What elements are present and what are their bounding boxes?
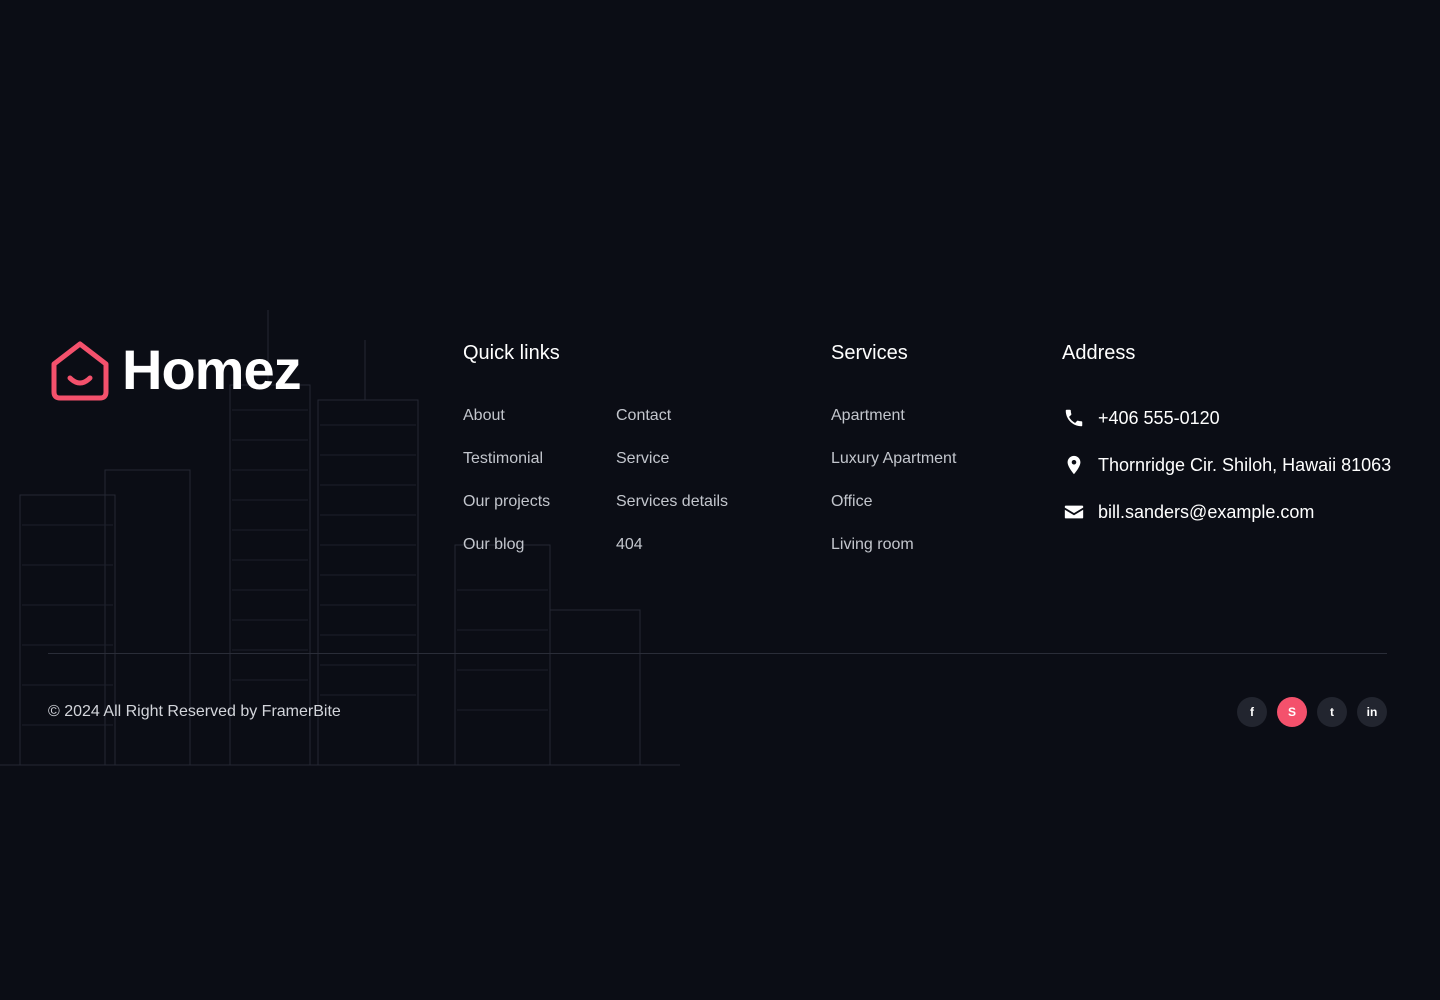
link-contact[interactable]: Contact <box>616 407 671 425</box>
phone-row[interactable]: +406 555-0120 <box>1062 406 1220 430</box>
link-our-projects[interactable]: Our projects <box>463 493 550 511</box>
location-pin-icon <box>1062 453 1086 477</box>
services-title: Services <box>831 342 908 364</box>
link-testimonial[interactable]: Testimonial <box>463 450 543 468</box>
brand-name: Homez <box>122 338 302 401</box>
service-office[interactable]: Office <box>831 493 873 511</box>
linkedin-icon: in <box>1366 705 1378 719</box>
link-404[interactable]: 404 <box>616 536 643 554</box>
footer-divider <box>48 653 1387 654</box>
linkedin-button[interactable]: in <box>1357 697 1387 727</box>
facebook-button[interactable]: f <box>1237 697 1267 727</box>
address-title: Address <box>1062 342 1136 364</box>
copyright-text: © 2024 All Right Reserved by FramerBite <box>48 703 341 720</box>
house-smile-icon <box>51 341 109 401</box>
brand-logo[interactable]: Homez <box>48 338 302 402</box>
skype-icon: S <box>1287 705 1296 719</box>
twitter-button[interactable]: t <box>1317 697 1347 727</box>
link-our-blog[interactable]: Our blog <box>463 536 524 554</box>
quick-links-title: Quick links <box>463 342 560 364</box>
location-text: Thornridge Cir. Shiloh, Hawaii 81063 <box>1098 454 1392 475</box>
link-services-details[interactable]: Services details <box>616 493 728 511</box>
location-row: Thornridge Cir. Shiloh, Hawaii 81063 <box>1062 453 1391 477</box>
twitter-icon: t <box>1330 705 1334 719</box>
link-service[interactable]: Service <box>616 450 669 468</box>
skype-button[interactable]: S <box>1277 697 1307 727</box>
service-luxury-apartment[interactable]: Luxury Apartment <box>831 450 956 468</box>
phone-icon <box>1062 406 1086 430</box>
service-apartment[interactable]: Apartment <box>831 407 905 425</box>
service-living-room[interactable]: Living room <box>831 536 914 554</box>
email-row[interactable]: bill.sanders@example.com <box>1062 500 1314 524</box>
email-text: bill.sanders@example.com <box>1098 501 1315 522</box>
phone-number: +406 555-0120 <box>1098 407 1220 428</box>
facebook-icon: f <box>1250 705 1254 719</box>
link-about[interactable]: About <box>463 407 505 425</box>
mail-icon <box>1062 500 1086 524</box>
